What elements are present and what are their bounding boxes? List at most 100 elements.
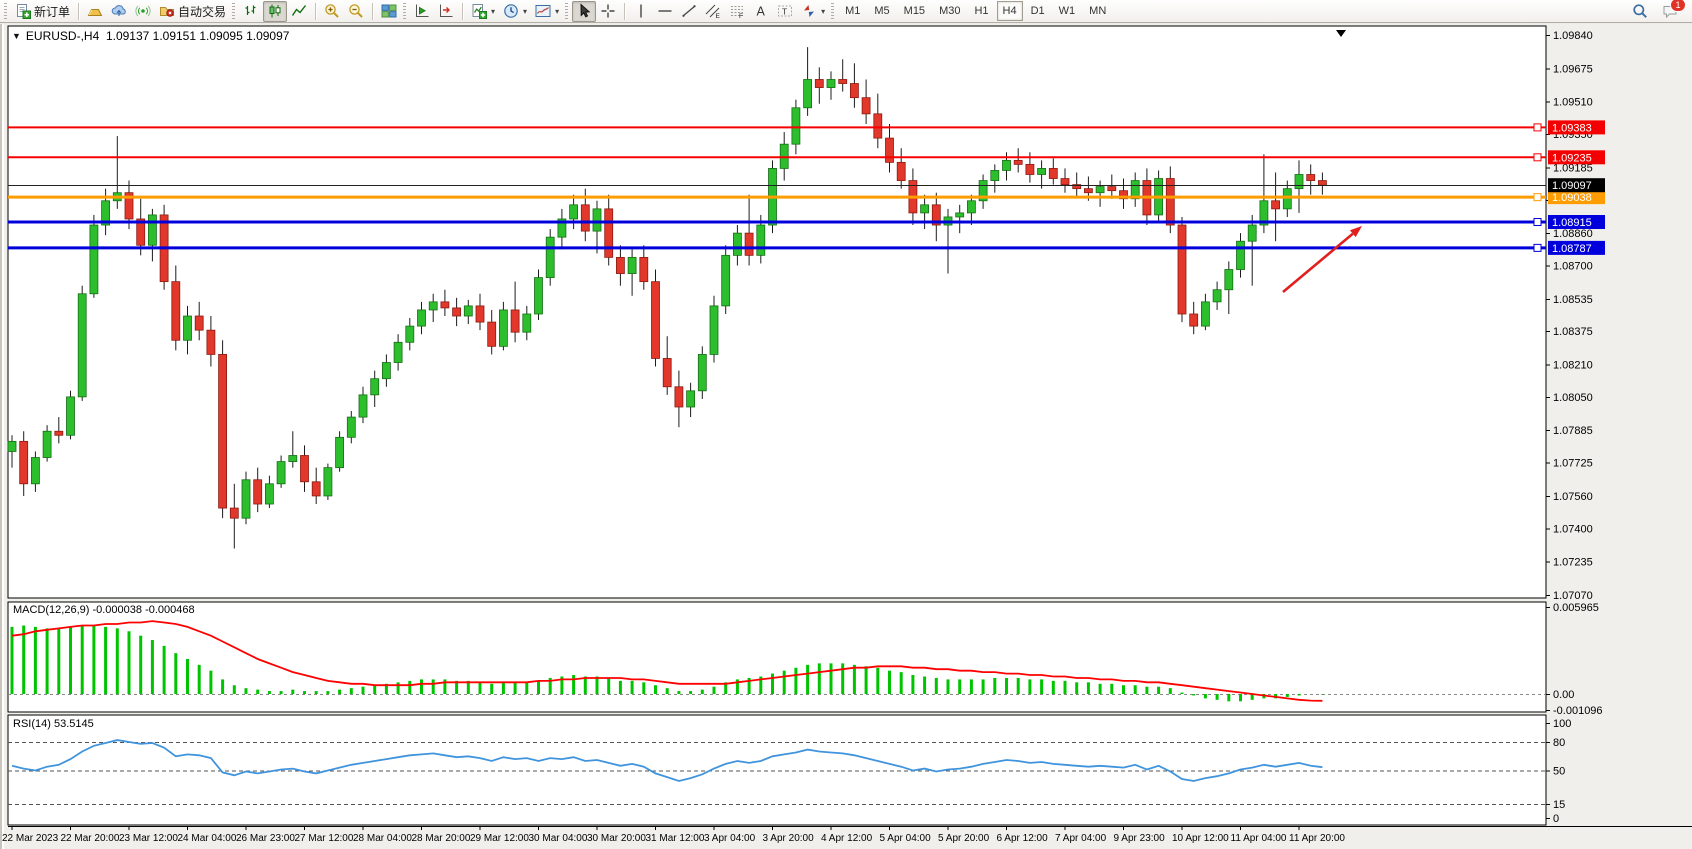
bull-candle xyxy=(406,326,414,342)
time-tick-label: 5 Apr 04:00 xyxy=(880,833,932,844)
toolbar-drag-handle[interactable] xyxy=(232,3,235,19)
support-line-1-handle[interactable] xyxy=(1534,219,1541,226)
bear-candle xyxy=(839,79,847,83)
bear-candle xyxy=(640,257,648,281)
price-tick-label: 1.07885 xyxy=(1553,425,1593,437)
bear-candle xyxy=(1026,164,1034,174)
timeframe-mn-button[interactable]: MN xyxy=(1083,1,1112,21)
bull-candle xyxy=(1201,302,1209,326)
fibonacci-icon: F xyxy=(729,3,745,19)
bear-candle xyxy=(219,354,227,508)
timeframe-w1-button[interactable]: W1 xyxy=(1053,1,1082,21)
time-tick-label: 3 Apr 20:00 xyxy=(763,833,815,844)
resistance-line-2-price-tag-label: 1.09235 xyxy=(1552,152,1592,164)
time-tick-label: 11 Apr 20:00 xyxy=(1289,833,1345,844)
timeframe-m30-button[interactable]: M30 xyxy=(933,1,966,21)
trendline-button[interactable] xyxy=(677,1,701,22)
price-tick-label: 1.08375 xyxy=(1553,326,1593,338)
support-line-2-price-tag-label: 1.08787 xyxy=(1552,243,1592,255)
toolbar-separator xyxy=(78,3,79,20)
signals-button[interactable] xyxy=(131,1,155,22)
auto-scroll-button[interactable] xyxy=(410,1,434,22)
price-tick-label: 1.08050 xyxy=(1553,392,1593,404)
timeframe-m15-button[interactable]: M15 xyxy=(898,1,931,21)
chart-title: ▼EURUSD-,H4 1.09137 1.09151 1.09095 1.09… xyxy=(12,29,289,43)
bear-candle xyxy=(195,316,203,330)
line-chart-button[interactable] xyxy=(287,1,311,22)
bull-candle xyxy=(8,441,16,451)
bull-candle xyxy=(324,468,332,496)
macd-panel[interactable] xyxy=(8,602,1546,712)
timeframe-m1-button[interactable]: M1 xyxy=(839,1,866,21)
crosshair-button[interactable] xyxy=(596,1,620,22)
bars-icon xyxy=(243,3,259,19)
toolbar-drag-handle[interactable] xyxy=(403,3,406,19)
pivot-line-handle[interactable] xyxy=(1534,194,1541,201)
bull-candle xyxy=(722,255,730,306)
bear-candle xyxy=(850,84,858,98)
rsi-axis-label: 0 xyxy=(1553,813,1559,825)
svg-text:F: F xyxy=(739,13,743,19)
toolbar-drag-handle[interactable] xyxy=(565,3,568,19)
auto-trading-button[interactable]: 自动交易 xyxy=(155,1,230,22)
toolbar-drag-handle[interactable] xyxy=(4,3,7,19)
auto-trading-icon xyxy=(159,3,175,19)
text-icon: A xyxy=(753,3,769,19)
bear-candle xyxy=(862,98,870,114)
new-order-button[interactable]: 新订单 xyxy=(11,1,74,22)
symbol-dropdown-icon[interactable]: ▼ xyxy=(12,31,21,41)
search-icon xyxy=(1632,3,1648,19)
publish-chart-button[interactable] xyxy=(107,1,131,22)
market-depth-button[interactable] xyxy=(83,1,107,22)
timeframe-d1-button[interactable]: D1 xyxy=(1025,1,1051,21)
bull-candle xyxy=(429,302,437,310)
equidistant-channel-button[interactable]: E xyxy=(701,1,725,22)
tile-windows-button[interactable] xyxy=(377,1,401,22)
bar-chart-button[interactable] xyxy=(239,1,263,22)
bull-candle xyxy=(1248,225,1256,241)
rsi-axis-label: 15 xyxy=(1553,799,1565,811)
zoom-in-button[interactable] xyxy=(320,1,344,22)
time-tick-label: 7 Apr 04:00 xyxy=(1055,833,1107,844)
time-tick-label: 11 Apr 04:00 xyxy=(1231,833,1287,844)
indicators-button[interactable]: ▾ xyxy=(467,1,499,22)
horizontal-line-button[interactable] xyxy=(653,1,677,22)
candlestick-chart-button[interactable] xyxy=(263,1,287,22)
bull-candle xyxy=(991,170,999,180)
bull-candle xyxy=(757,225,765,255)
chart-shift-button[interactable] xyxy=(434,1,458,22)
support-line-2-handle[interactable] xyxy=(1534,244,1541,251)
bull-candle xyxy=(78,294,86,397)
periods-button[interactable]: ▾ xyxy=(499,1,531,22)
macd-axis-label: -0.001096 xyxy=(1553,705,1603,717)
arrows-button[interactable]: ▾ xyxy=(797,1,829,22)
timeframe-h1-button[interactable]: H1 xyxy=(968,1,994,21)
vertical-line-button[interactable] xyxy=(629,1,653,22)
chart-canvas[interactable]: 1.098401.096751.095101.093501.091851.090… xyxy=(0,24,1692,849)
bull-candle xyxy=(347,417,355,437)
bear-candle xyxy=(1108,187,1116,191)
price-tick-label: 1.08860 xyxy=(1553,228,1593,240)
search-button[interactable] xyxy=(1628,1,1652,22)
rsi-panel[interactable] xyxy=(8,715,1546,825)
templates-button[interactable]: ▾ xyxy=(531,1,563,22)
resistance-line-2-handle[interactable] xyxy=(1534,154,1541,161)
text-button[interactable]: A xyxy=(749,1,773,22)
pivot-line-price-tag-label: 1.09038 xyxy=(1552,192,1592,204)
new-order-icon xyxy=(15,3,31,19)
resistance-line-1-handle[interactable] xyxy=(1534,124,1541,131)
bull-candle xyxy=(1096,187,1104,193)
notifications-button[interactable]: 1 xyxy=(1658,1,1682,22)
bull-candle xyxy=(1295,174,1303,188)
zoom-out-button[interactable] xyxy=(344,1,368,22)
bear-candle xyxy=(1084,189,1092,193)
line-chart-icon xyxy=(291,3,307,19)
bear-candle xyxy=(1178,225,1186,314)
timeframe-m5-button[interactable]: M5 xyxy=(868,1,895,21)
text-label-button[interactable]: T xyxy=(773,1,797,22)
bull-candle xyxy=(394,342,402,362)
timeframe-h4-button[interactable]: H4 xyxy=(997,1,1023,21)
toolbar-drag-handle[interactable] xyxy=(831,3,834,19)
fibonacci-button[interactable]: F xyxy=(725,1,749,22)
cursor-button[interactable] xyxy=(572,1,596,22)
